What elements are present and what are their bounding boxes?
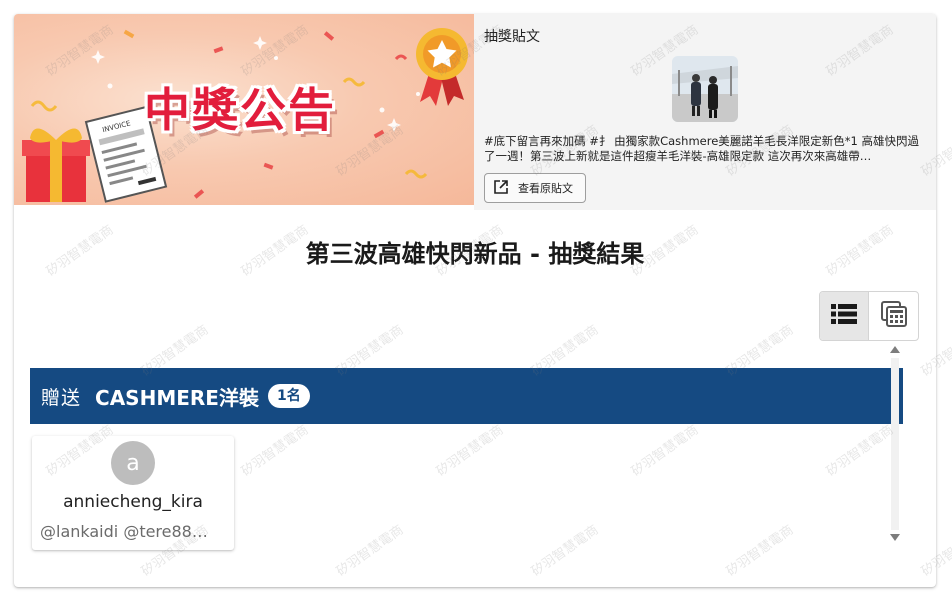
post-excerpt: #底下留言再來加碼 #扌 由獨家款Cashmere美麗諾羊毛長洋限定新色*1 高… [484, 134, 919, 163]
results-title: 第三波高雄快閃新品 - 抽獎結果 [305, 240, 645, 268]
winner-tagged-users: @lankaidi @tere88… [40, 522, 208, 541]
winner-card[interactable]: a anniecheng_kira @lankaidi @tere88… [32, 436, 234, 550]
grid-view-button[interactable] [869, 292, 918, 340]
grid-view-icon [880, 301, 907, 331]
prize-type-label: 贈送 [41, 386, 82, 409]
view-original-post-label: 查看原貼文 [518, 182, 573, 195]
prize-count-badge: 1名 [267, 384, 310, 408]
lottery-post-panel: 抽獎貼文 #底下留言再來加碼 #扌 由獨家款Cashmere美麗諾羊毛長洋限定新… [474, 14, 936, 210]
open-in-new-icon [493, 179, 509, 198]
scroll-track[interactable] [891, 358, 899, 530]
prize-header: 贈送 CASHMERE洋裝 1名 [30, 368, 903, 424]
winner-username: anniecheng_kira [63, 492, 203, 512]
banner-title: 中獎公告 [144, 83, 336, 137]
winner-list-scrollbar[interactable] [888, 346, 902, 546]
list-view-icon [831, 303, 857, 329]
list-view-button[interactable] [820, 292, 870, 340]
post-heading: 抽獎貼文 [484, 29, 540, 45]
scroll-up-arrow-icon[interactable] [890, 346, 900, 353]
view-original-post-button[interactable]: 查看原貼文 [484, 173, 586, 203]
lottery-result-card: INVOICE 中獎公告 抽獎貼文 #底下留言再來加碼 #扌 由獨家款Cashm… [14, 14, 936, 587]
view-mode-toggle [819, 291, 919, 341]
announcement-banner: INVOICE 中獎公告 [14, 14, 474, 205]
post-thumbnail [672, 56, 738, 122]
winner-list: 贈送 CASHMERE洋裝 1名 a anniecheng_kira @lank… [30, 366, 906, 561]
avatar: a [111, 441, 155, 485]
prize-name: CASHMERE洋裝 [95, 385, 259, 410]
scroll-down-arrow-icon[interactable] [890, 534, 900, 541]
